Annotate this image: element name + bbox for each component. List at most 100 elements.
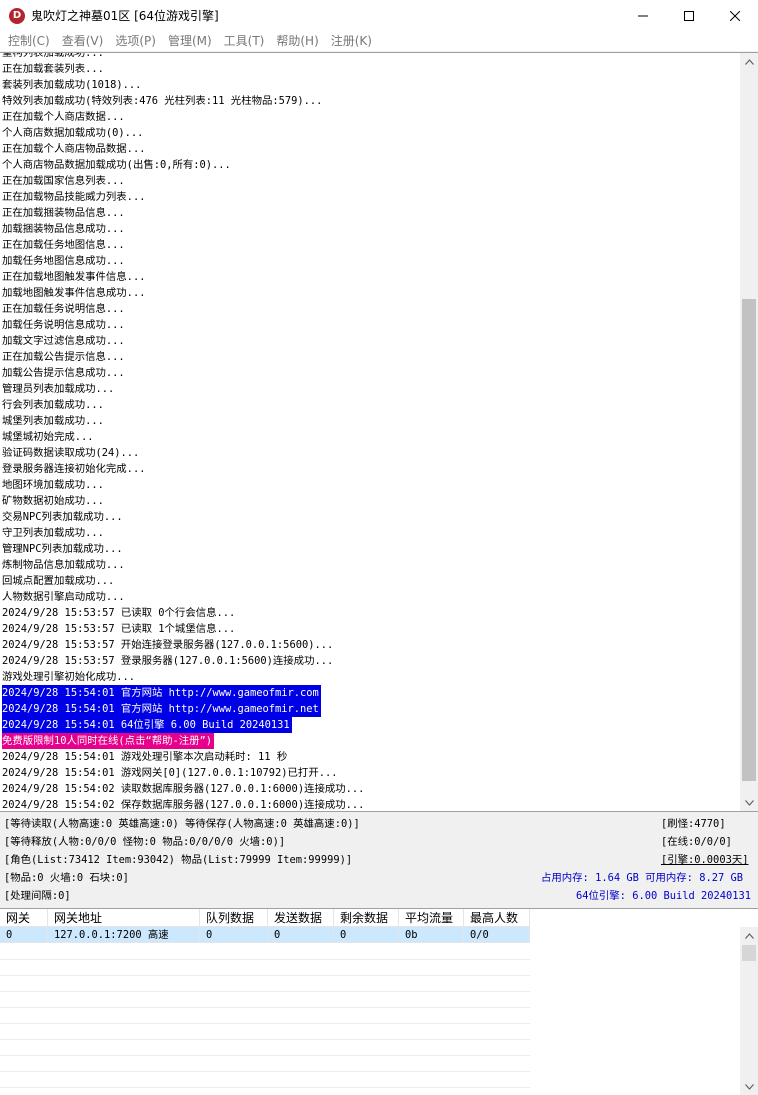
close-button[interactable] (712, 0, 758, 31)
table-scrollbar[interactable] (740, 927, 758, 1095)
column-header-avg-traffic[interactable]: 平均流量 (399, 909, 464, 927)
chevron-up-icon (744, 58, 754, 65)
log-line: 正在加载个人商店数据... (2, 109, 736, 125)
log-line-text: 登录服务器连接初始化完成... (2, 463, 146, 475)
log-line: 2024/9/28 15:54:01 官方网站 http://www.gameo… (2, 685, 736, 701)
log-line: 正在加载套装列表... (2, 61, 736, 77)
table-scroll-down-button[interactable] (740, 1078, 758, 1095)
log-line: 个人商店数据加载成功(0)... (2, 125, 736, 141)
app-logo-icon[interactable]: D (9, 7, 25, 24)
menu-help[interactable]: 帮助(H) (270, 31, 324, 51)
log-line-text: 正在加载任务说明信息... (2, 303, 125, 315)
log-line-text: 正在加载地图触发事件信息... (2, 271, 146, 283)
log-line-text: 2024/9/28 15:54:01 官方网站 http://www.gameo… (2, 685, 321, 701)
log-line-text: 套装列表加载成功(1018)... (2, 79, 142, 91)
scroll-up-button[interactable] (740, 53, 758, 70)
log-line: 加载捆装物品信息成功... (2, 221, 736, 237)
log-line-text: 加载公告提示信息成功... (2, 367, 125, 379)
log-line: 正在加载个人商店物品数据... (2, 141, 736, 157)
maximize-icon (684, 10, 694, 21)
log-line: 2024/9/28 15:53:57 开始连接登录服务器(127.0.0.1:5… (2, 637, 736, 653)
log-line-text: 交易NPC列表加载成功... (2, 511, 123, 523)
log-line: 交易NPC列表加载成功... (2, 509, 736, 525)
column-header-gateway-address[interactable]: 网关地址 (48, 909, 200, 927)
log-line-text: 正在加载捆装物品信息... (2, 207, 125, 219)
log-line: 加载地图触发事件信息成功... (2, 285, 736, 301)
log-line-text: 管理员列表加载成功... (2, 383, 115, 395)
log-line: 正在加载公告提示信息... (2, 349, 736, 365)
log-line-text: 加载任务地图信息成功... (2, 255, 125, 267)
log-line: 正在加载国家信息列表... (2, 173, 736, 189)
log-line-text: 2024/9/28 15:54:02 保存数据库服务器(127.0.0.1:60… (2, 799, 365, 811)
log-line-text: 正在加载公告提示信息... (2, 351, 125, 363)
column-header-gateway[interactable]: 网关 (0, 909, 48, 927)
log-line: 加载文字过滤信息成功... (2, 333, 736, 349)
table-gridline (0, 1071, 530, 1072)
status-memory: 占用内存: 1.64 GB 可用内存: 8.27 GB (541, 872, 743, 884)
log-line-text: 正在加载物品技能威力列表... (2, 191, 146, 203)
scroll-down-button[interactable] (740, 794, 758, 811)
log-line: 管理员列表加载成功... (2, 381, 736, 397)
log-line-text: 矿物数据初始成功... (2, 495, 104, 507)
status-panel: [等待读取(人物高速:0 英雄高速:0) 等待保存(人物高速:0 英雄高速:0)… (0, 813, 758, 908)
menu-register[interactable]: 注册(K) (325, 31, 378, 51)
log-line: 管理NPC列表加载成功... (2, 541, 736, 557)
log-line: 2024/9/28 15:54:01 官方网站 http://www.gameo… (2, 701, 736, 717)
log-line: 正在加载捆装物品信息... (2, 205, 736, 221)
log-line-text: 地图环境加载成功... (2, 479, 104, 491)
title-bar: D 鬼吹灯之神墓01区 [64位游戏引擎] (0, 0, 758, 31)
log-line-text: 炼制物品信息加载成功... (2, 559, 125, 571)
log-line: 免费版限制10人同时在线(点击“帮助-注册”) (2, 733, 736, 749)
log-line: 套装列表加载成功(1018)... (2, 77, 736, 93)
log-line-text: 验证码数据读取成功(24)... (2, 447, 140, 459)
column-header-send-data[interactable]: 发送数据 (268, 909, 334, 927)
log-scrollbar[interactable] (740, 53, 758, 811)
chevron-down-icon (744, 799, 754, 806)
log-line-text: 2024/9/28 15:54:01 64位引擎 6.00 Build 2024… (2, 717, 292, 733)
log-line: 验证码数据读取成功(24)... (2, 445, 736, 461)
log-line: 加载任务说明信息成功... (2, 317, 736, 333)
table-row[interactable]: 0 127.0.0.1:7200 高速 0 0 0 0b 0/0 (0, 927, 530, 943)
status-wait-read-save: [等待读取(人物高速:0 英雄高速:0) 等待保存(人物高速:0 英雄高速:0)… (4, 818, 360, 830)
log-line: 正在加载地图触发事件信息... (2, 269, 736, 285)
minimize-button[interactable] (620, 0, 666, 31)
cell-max-users: 0/0 (464, 927, 530, 943)
menu-tools[interactable]: 工具(T) (218, 31, 271, 51)
menu-control[interactable]: 控制(C) (2, 31, 56, 51)
log-line: 地图环境加载成功... (2, 477, 736, 493)
log-line: 城堡城初始完成... (2, 429, 736, 445)
column-header-remaining-data[interactable]: 剩余数据 (334, 909, 399, 927)
log-line-text: 2024/9/28 15:53:57 开始连接登录服务器(127.0.0.1:5… (2, 639, 334, 651)
log-panel: 重构列表加载成功... 正在加载套装列表... 套装列表加载成功(1018)... 特… (0, 52, 758, 812)
log-line-text: 正在加载个人商店物品数据... (2, 143, 146, 155)
log-text-area[interactable]: 重构列表加载成功... 正在加载套装列表... 套装列表加载成功(1018)... 特… (2, 53, 736, 811)
maximize-button[interactable] (666, 0, 712, 31)
log-line-text: 城堡列表加载成功... (2, 415, 104, 427)
status-engine-uptime[interactable]: [引擎:0.0003天] (661, 853, 748, 867)
table-gridline (0, 991, 530, 992)
cell-gateway-address: 127.0.0.1:7200 高速 (48, 927, 200, 943)
column-header-queue-data[interactable]: 队列数据 (200, 909, 268, 927)
log-line: 登录服务器连接初始化完成... (2, 461, 736, 477)
log-line-text: 加载捆装物品信息成功... (2, 223, 125, 235)
table-scroll-thumb[interactable] (742, 945, 756, 961)
menu-options[interactable]: 选项(P) (109, 31, 162, 51)
log-line: 个人商店物品数据加载成功(出售:0,所有:0)... (2, 157, 736, 173)
status-item-firewall: [物品:0 火墙:0 石块:0] (4, 872, 129, 884)
log-line-text: 正在加载套装列表... (2, 63, 104, 75)
log-line: 城堡列表加载成功... (2, 413, 736, 429)
log-scroll-thumb[interactable] (742, 299, 756, 781)
cell-avg-traffic: 0b (399, 927, 464, 943)
close-icon (730, 10, 740, 21)
status-wait-release: [等待释放(人物:0/0/0 怪物:0 物品:0/0/0/0 火墙:0)] (4, 836, 286, 848)
table-header: 网关 网关地址 队列数据 发送数据 剩余数据 平均流量 最高人数 (0, 909, 530, 927)
log-line-text: 加载地图触发事件信息成功... (2, 287, 146, 299)
table-scroll-up-button[interactable] (740, 927, 758, 944)
log-line: 游戏处理引擎初始化成功... (2, 669, 736, 685)
log-line: 2024/9/28 15:53:57 登录服务器(127.0.0.1:5600)… (2, 653, 736, 669)
column-header-max-users[interactable]: 最高人数 (464, 909, 530, 927)
menu-manage[interactable]: 管理(M) (162, 31, 218, 51)
log-line-text: 城堡城初始完成... (2, 431, 94, 443)
menu-view[interactable]: 查看(V) (56, 31, 110, 51)
log-line-text: 人物数据引擎启动成功... (2, 591, 125, 603)
